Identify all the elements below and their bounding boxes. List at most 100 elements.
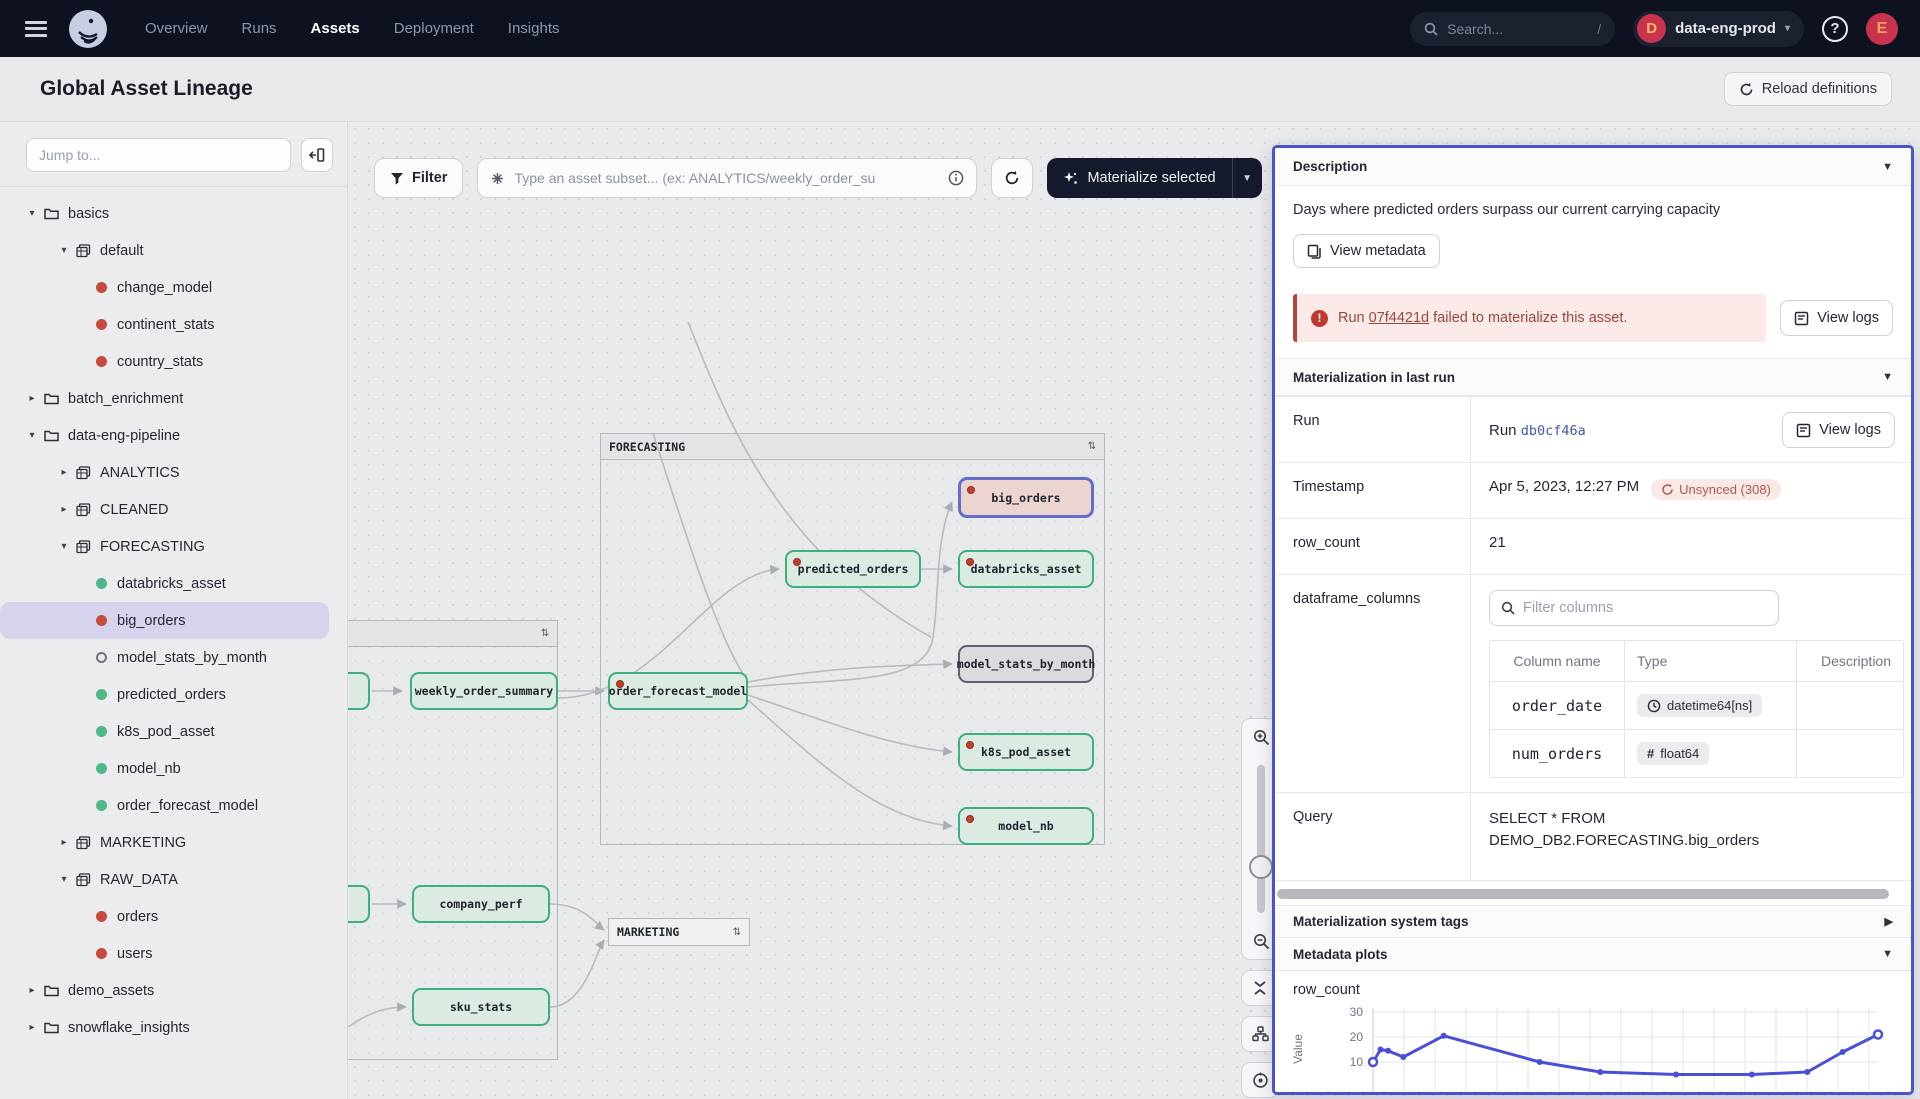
global-search-input[interactable]: Search... / [1410,12,1615,46]
asset-node-model_stats_by_month[interactable]: model_stats_by_month [958,645,1094,683]
tree-caret-icon[interactable]: ▾ [56,541,72,552]
sidebar-item-ANALYTICS[interactable]: ▸ANALYTICS [0,454,329,491]
sync-icon [1661,483,1674,496]
sidebar-item-model_stats_by_month[interactable]: model_stats_by_month [0,639,329,676]
user-avatar[interactable]: E [1866,13,1898,45]
run-id: db0cf46a [1521,423,1586,439]
materialization-header-label: Materialization in last run [1293,370,1455,385]
run-id-link[interactable]: 07f4421d [1369,310,1429,326]
asset-node-partial[interactable] [348,885,370,923]
system-tags-section-header[interactable]: Materialization system tags ▶ [1275,905,1911,938]
tree-item-label: demo_assets [68,983,154,999]
sidebar-item-users[interactable]: users [0,935,329,972]
tree-caret-icon[interactable]: ▸ [24,985,40,996]
jump-to-input[interactable]: Jump to... [26,138,291,172]
node-label: company_perf [439,897,522,911]
deployment-badge: D [1637,14,1666,43]
metadata-plots-section-header[interactable]: Metadata plots ▼ [1275,938,1911,971]
help-icon[interactable]: ? [1822,16,1848,42]
horizontal-scrollbar[interactable] [1277,889,1889,899]
view-metadata-label: View metadata [1330,243,1426,259]
nav-link-runs[interactable]: Runs [242,20,277,37]
sidebar-item-databricks_asset[interactable]: databricks_asset [0,565,329,602]
asset-node-big_orders[interactable]: big_orders [958,477,1094,518]
sidebar-item-snowflake_insights[interactable]: ▸ snowflake_insights [0,1009,329,1046]
filter-columns-input[interactable]: Filter columns [1489,590,1779,626]
nav-link-insights[interactable]: Insights [508,20,560,37]
deployment-switcher[interactable]: D data-eng-prod ▾ [1633,11,1804,47]
tree-item-label: big_orders [117,613,186,629]
asset-node-weekly_order_summary[interactable]: weekly_order_summary [410,672,558,710]
nav-link-overview[interactable]: Overview [145,20,208,37]
sidebar-item-big_orders[interactable]: big_orders [0,602,329,639]
dagster-logo-icon[interactable] [69,10,107,48]
sidebar-item-model_nb[interactable]: model_nb [0,750,329,787]
unsynced-badge[interactable]: Unsynced (308) [1651,479,1781,500]
sidebar-item-MARKETING[interactable]: ▸MARKETING [0,824,329,861]
sidebar-item-change_model[interactable]: change_model [0,269,329,306]
info-icon[interactable] [948,170,964,186]
tree-caret-icon[interactable]: ▸ [56,837,72,848]
nav-link-deployment[interactable]: Deployment [394,20,474,37]
tree-caret-icon[interactable]: ▸ [24,393,40,404]
sidebar-item-basics[interactable]: ▾basics [0,195,329,232]
changed-status-dot [967,486,975,494]
sidebar-item-orders[interactable]: orders [0,898,329,935]
materialize-selected-button[interactable]: Materialize selected ▼ [1047,158,1261,198]
sidebar-item-predicted_orders[interactable]: predicted_orders [0,676,329,713]
refresh-icon [1004,170,1020,186]
columns-table-row[interactable]: num_orders#float64 [1490,729,1903,777]
sidebar-item-batch_enrichment[interactable]: ▸batch_enrichment [0,380,329,417]
tree-caret-icon[interactable]: ▾ [24,430,40,441]
page-header: Global Asset Lineage Reload definitions [0,57,1920,122]
columns-table-row[interactable]: order_datedatetime64[ns] [1490,681,1903,729]
reload-definitions-button[interactable]: Reload definitions [1724,72,1892,106]
sidebar-item-RAW_DATA[interactable]: ▾RAW_DATA [0,861,329,898]
sidebar-item-order_forecast_model[interactable]: order_forecast_model [0,787,329,824]
sidebar-item-CLEANED[interactable]: ▸CLEANED [0,491,329,528]
tree-item-label: snowflake_insights [68,1020,190,1036]
asset-subset-input[interactable]: Type an asset subset... (ex: ANALYTICS/w… [477,158,977,198]
sidebar-item-data-eng-pipeline[interactable]: ▾data-eng-pipeline [0,417,329,454]
view-metadata-button[interactable]: View metadata [1293,234,1440,268]
sidebar-item-k8s_pod_asset[interactable]: k8s_pod_asset [0,713,329,750]
tree-caret-icon[interactable]: ▸ [56,467,72,478]
tree-caret-icon[interactable]: ▸ [24,1022,40,1033]
tree-caret-icon[interactable]: ▾ [56,874,72,885]
collapse-sidebar-button[interactable] [301,138,333,172]
asset-node-predicted_orders[interactable]: predicted_orders [785,550,921,588]
refresh-graph-button[interactable] [991,158,1033,198]
asset-subset-placeholder: Type an asset subset... (ex: ANALYTICS/w… [514,170,939,186]
materialization-section-header[interactable]: Materialization in last run ▼ [1275,358,1911,396]
hamburger-menu-icon[interactable] [25,21,47,37]
run-row: Run Run db0cf46a View logs [1275,397,1911,463]
sidebar-item-demo_assets[interactable]: ▸ demo_assets [0,972,329,1009]
asset-node-k8s_pod_asset[interactable]: k8s_pod_asset [958,733,1094,771]
search-placeholder: Search... [1447,21,1503,37]
view-logs-button[interactable]: View logs [1780,300,1893,336]
tree-caret-icon[interactable]: ▾ [56,245,72,256]
nav-link-assets[interactable]: Assets [311,20,360,37]
filter-button[interactable]: Filter [374,158,463,198]
tree-caret-icon[interactable]: ▾ [24,208,40,219]
sidebar-item-continent_stats[interactable]: continent_stats [0,306,329,343]
logs-icon [1796,423,1811,438]
asset-node-databricks_asset[interactable]: databricks_asset [958,550,1094,588]
asset-node-company_perf[interactable]: company_perf [412,885,550,923]
asset-node-partial[interactable] [348,672,370,710]
svg-text:20: 20 [1350,1030,1364,1044]
materialize-dropdown-caret[interactable]: ▼ [1232,158,1262,198]
sidebar-item-country_stats[interactable]: country_stats [0,343,329,380]
asset-node-sku_stats[interactable]: sku_stats [412,988,550,1026]
description-section-header[interactable]: Description ▼ [1275,148,1911,186]
sidebar-item-default[interactable]: ▾default [0,232,329,269]
timestamp-row-label: Timestamp [1275,463,1471,518]
zoom-slider-handle[interactable] [1249,855,1273,879]
asset-node-model_nb[interactable]: model_nb [958,807,1094,845]
run-value[interactable]: Run db0cf46a [1489,422,1586,439]
view-logs-button[interactable]: View logs [1782,412,1895,448]
asset-node-order_forecast_model[interactable]: order_forecast_model [608,672,748,710]
filter-funnel-icon [390,172,404,185]
tree-caret-icon[interactable]: ▸ [56,504,72,515]
sidebar-item-FORECASTING[interactable]: ▾FORECASTING [0,528,329,565]
